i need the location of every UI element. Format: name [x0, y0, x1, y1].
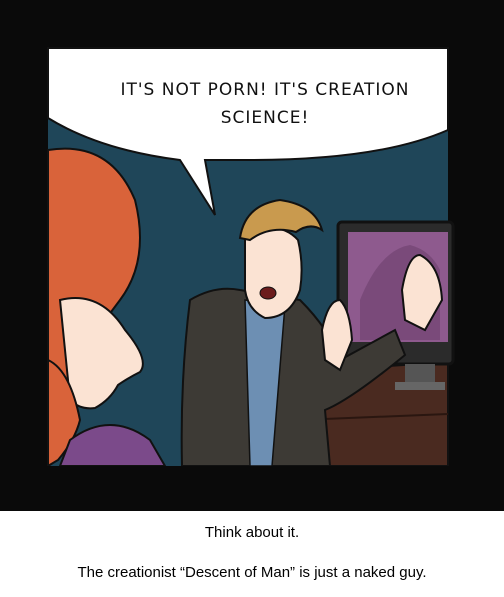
speech-bubble-line-2: SCIENCE!	[220, 108, 310, 128]
man-face	[244, 226, 303, 320]
speech-bubble-line-1: IT'S NOT PORN! IT'S CREATION	[120, 80, 410, 100]
caption-line-1: Think about it.	[204, 524, 300, 541]
caption-line-2: The creationist “Descent of Man” is just…	[77, 564, 427, 581]
